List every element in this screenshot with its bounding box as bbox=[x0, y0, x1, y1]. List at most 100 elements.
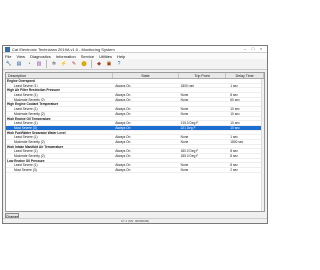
minimize-button[interactable]: – bbox=[241, 46, 249, 52]
cell-delay: 1800 sec bbox=[230, 139, 244, 144]
cell-state: Always On bbox=[115, 135, 131, 139]
cell-state bbox=[113, 88, 178, 92]
table-row[interactable]: Most Severe (3) Always On None 2 sec bbox=[6, 168, 264, 173]
title-bar: Cat Electronic Technician 2019A v1.0 - M… bbox=[3, 46, 267, 53]
tool-icon[interactable]: ✎ bbox=[70, 60, 78, 68]
cell-delay bbox=[226, 145, 264, 149]
menu-information[interactable]: Information bbox=[56, 54, 76, 59]
stop-icon[interactable]: ⬤ bbox=[80, 60, 88, 68]
column-header-delay-time[interactable]: Delay Time bbox=[226, 73, 264, 78]
cell-state: Always On bbox=[115, 139, 131, 144]
cell-state: Always On bbox=[115, 125, 131, 130]
cell-delay bbox=[226, 159, 264, 163]
cell-trip bbox=[179, 102, 227, 106]
cell-desc: Least Severe (1) bbox=[14, 163, 38, 168]
menu-view[interactable]: View bbox=[16, 54, 25, 59]
flash-icon[interactable]: ⚡ bbox=[60, 60, 68, 68]
cell-state bbox=[113, 145, 178, 149]
cell-state bbox=[113, 79, 178, 83]
column-header-trip-point[interactable]: Trip Point bbox=[179, 73, 227, 78]
menu-diagnostics[interactable]: Diagnostics bbox=[30, 54, 51, 59]
menu-utilities[interactable]: Utilities bbox=[99, 54, 112, 59]
cell-trip: 185.0 Deg F bbox=[180, 154, 199, 158]
cell-trip: 215.0 Deg F bbox=[180, 121, 199, 125]
menu-service[interactable]: Service bbox=[81, 54, 94, 59]
cell-desc: Most Severe (3) bbox=[14, 125, 37, 130]
cell-desc: Least Severe (1) bbox=[14, 83, 38, 88]
cell-state: Always On bbox=[115, 93, 131, 97]
cell-trip: None bbox=[180, 111, 189, 116]
cell-delay bbox=[226, 88, 264, 92]
cell-trip bbox=[179, 159, 227, 163]
cell-trip: None bbox=[180, 163, 189, 168]
cell-trip: None bbox=[180, 135, 189, 139]
cell-desc: Moderate Severity (2) bbox=[14, 111, 45, 116]
cell-desc: High Engine Oil Temperature bbox=[7, 116, 51, 121]
cell-desc: Least Severe (1) bbox=[14, 107, 38, 111]
cell-state: Always On bbox=[115, 168, 131, 172]
cell-state: Always On bbox=[115, 111, 131, 116]
cell-state: Always On bbox=[115, 83, 131, 88]
cell-trip: 180.0 Deg F bbox=[180, 149, 199, 153]
maximize-button[interactable]: □ bbox=[249, 46, 257, 52]
cell-delay: 10 sec bbox=[230, 121, 240, 125]
cell-delay bbox=[226, 131, 264, 135]
cell-desc: Least Severe (1) bbox=[14, 135, 38, 139]
menu-file[interactable]: File bbox=[5, 54, 11, 59]
cat-icon[interactable]: ◆ bbox=[95, 60, 103, 68]
table-body: Engine Overspeed Least Severe (1) Always O… bbox=[6, 79, 264, 173]
cell-desc: Least Severe (1) bbox=[14, 149, 38, 153]
wrench-icon[interactable]: 🔧 bbox=[5, 60, 13, 68]
layers-icon[interactable]: ▤ bbox=[15, 60, 23, 68]
cell-desc: High Air Filter Restriction Pressure bbox=[7, 88, 61, 93]
toolbar-separator bbox=[91, 60, 92, 68]
cell-trip bbox=[179, 79, 227, 83]
cell-desc: Most Severe (3) bbox=[14, 168, 37, 172]
toolbar-separator bbox=[46, 60, 47, 68]
cell-trip: None bbox=[180, 139, 189, 144]
menu-help[interactable]: Help bbox=[117, 54, 125, 59]
cell-trip: None bbox=[180, 97, 189, 102]
cell-state bbox=[113, 117, 178, 121]
close-button[interactable]: × bbox=[257, 46, 265, 52]
cell-delay bbox=[226, 117, 264, 121]
cog-icon[interactable]: ✲ bbox=[50, 60, 58, 68]
cell-state: Always On bbox=[115, 163, 131, 168]
cell-delay: 10 sec bbox=[230, 111, 240, 116]
cell-desc: Least Severe (1) bbox=[14, 121, 38, 125]
help-icon[interactable]: ? bbox=[115, 60, 123, 68]
cell-delay bbox=[226, 102, 264, 106]
app-icon bbox=[5, 46, 10, 52]
cell-delay: 8 sec bbox=[230, 154, 238, 158]
cell-delay: 1 sec bbox=[230, 83, 238, 88]
cell-delay: 1 sec bbox=[230, 135, 238, 139]
column-header-description[interactable]: Description bbox=[6, 73, 114, 78]
cell-delay: 60 sec bbox=[230, 97, 240, 102]
cell-trip bbox=[179, 145, 227, 149]
cell-trip bbox=[179, 88, 227, 92]
cell-delay: 8 sec bbox=[230, 93, 238, 97]
cell-delay: 8 sec bbox=[230, 163, 238, 168]
chart-icon[interactable]: ▥ bbox=[35, 60, 43, 68]
cell-trip: None bbox=[180, 107, 189, 111]
cell-desc: High Engine Coolant Temperature bbox=[7, 102, 59, 107]
monitoring-table: Description State Trip Point Delay Time … bbox=[5, 72, 265, 212]
cell-delay bbox=[226, 79, 264, 83]
cell-trip: None bbox=[180, 93, 189, 97]
cell-trip bbox=[179, 117, 227, 121]
cell-desc: Moderate Severity (2) bbox=[14, 154, 45, 158]
gauge-icon[interactable]: ◔ bbox=[25, 60, 33, 68]
cell-desc: Moderate Severity (2) bbox=[14, 139, 45, 144]
column-header-state[interactable]: State bbox=[113, 73, 179, 78]
engine-icon[interactable]: ▣ bbox=[105, 60, 113, 68]
cell-desc: High Fuel/Water Separator Water Level bbox=[7, 130, 66, 135]
vertical-scrollbar[interactable] bbox=[261, 79, 264, 211]
cell-state: Always On bbox=[115, 154, 131, 158]
cell-trip bbox=[179, 131, 227, 135]
cell-state bbox=[113, 102, 178, 106]
app-window: Cat Electronic Technician 2019A v1.0 - M… bbox=[2, 45, 268, 224]
cell-delay: 10 sec bbox=[230, 107, 240, 111]
toolbar: 🔧 ▤ ◔ ▥ ✲ ⚡ ✎ ⬤ ◆ ▣? bbox=[3, 59, 267, 70]
cell-desc: Engine Overspeed bbox=[7, 79, 35, 83]
cell-desc: Low Engine Oil Pressure bbox=[7, 158, 45, 163]
